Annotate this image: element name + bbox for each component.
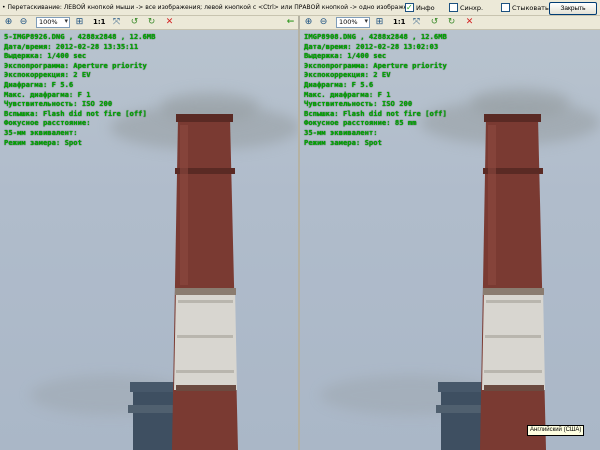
- left-date: Дата/время: 2012-02-28 13:35:11: [4, 41, 139, 51]
- rotate-left-icon[interactable]: ↺: [429, 17, 440, 28]
- right-aperture: Диафрагма: F 5.6: [304, 79, 374, 89]
- left-focal: Фокусное расстояние:: [4, 118, 91, 128]
- right-focal: Фокусное расстояние: 85 mm: [304, 118, 417, 128]
- arrow-left-icon[interactable]: ←: [285, 17, 296, 28]
- right-filename: IMGP8908.DNG , 4288x2848 , 12.6MB: [304, 32, 447, 41]
- fullscreen-icon[interactable]: ⤧: [411, 17, 422, 28]
- left-max-aperture: Макс. диафрагма: F 1: [4, 89, 91, 99]
- delete-icon[interactable]: ✕: [164, 17, 175, 28]
- rotate-right-icon[interactable]: ↻: [446, 17, 457, 28]
- sync-checkbox-label: Синхр.: [460, 4, 484, 12]
- left-shutter: Выдержка: 1/400 sec: [4, 51, 87, 61]
- zoom-select[interactable]: 100%: [36, 17, 70, 28]
- left-iso: Чувствительность: ISO 200: [4, 99, 113, 109]
- right-date: Дата/время: 2012-02-28 13:02:03: [304, 41, 439, 51]
- zoom-out-icon[interactable]: ⊖: [18, 17, 29, 28]
- right-metering: Режим замера: Spot: [304, 137, 382, 147]
- left-program: Экспопрограмма: Aperture priority: [4, 60, 147, 70]
- zoom-out-icon[interactable]: ⊖: [318, 17, 329, 28]
- actual-size-button[interactable]: 1:1: [393, 17, 406, 28]
- left-focal35: 35-мм эквивалент:: [4, 127, 78, 137]
- compare-checkbox-label: Стыковать: [512, 4, 549, 12]
- left-toolbar: ⊕ ⊖ 100% ⊞ 1:1 ⤧ ↺ ↻ ✕ ←: [0, 16, 298, 30]
- close-button[interactable]: Закрыть: [549, 2, 597, 15]
- language-tooltip: Английский (США): [527, 425, 585, 436]
- fit-icon[interactable]: ⊞: [74, 17, 85, 28]
- right-program: Экспопрограмма: Aperture priority: [304, 60, 447, 70]
- right-pane: ⊕ ⊖ 100% ⊞ 1:1 ⤧ ↺ ↻ ✕: [300, 16, 600, 450]
- left-exposure-comp: Экспокоррекция: 2 EV: [4, 70, 91, 80]
- left-aperture: Диафрагма: F 5.6: [4, 79, 74, 89]
- right-max-aperture: Макс. диафрагма: F 1: [304, 89, 391, 99]
- hint-text: • Перетаскивание: ЛЕВОЙ кнопкой мыши -> …: [2, 4, 406, 11]
- right-exposure-comp: Экспокоррекция: 2 EV: [304, 70, 391, 80]
- left-pane: ⊕ ⊖ 100% ⊞ 1:1 ⤧ ↺ ↻ ✕ ←: [0, 16, 298, 450]
- left-photo[interactable]: 5-IMGP8926.DNG , 4288x2848 , 12.6MB Дата…: [0, 30, 298, 450]
- zoom-in-icon[interactable]: ⊕: [3, 17, 14, 28]
- info-checkbox-label: Инфо: [416, 4, 435, 12]
- info-checkbox[interactable]: [405, 0, 414, 16]
- compare-viewer-window: • Перетаскивание: ЛЕВОЙ кнопкой мыши -> …: [0, 0, 600, 450]
- delete-icon[interactable]: ✕: [464, 17, 475, 28]
- zoom-in-icon[interactable]: ⊕: [303, 17, 314, 28]
- left-filename: 5-IMGP8926.DNG , 4288x2848 , 12.6MB: [4, 32, 156, 41]
- left-flash: Вспышка: Flash did not fire [off]: [4, 108, 147, 118]
- right-iso: Чувствительность: ISO 200: [304, 99, 413, 109]
- zoom-select[interactable]: 100%: [336, 17, 370, 28]
- right-photo[interactable]: IMGP8908.DNG , 4288x2848 , 12.6MB Дата/в…: [300, 30, 600, 450]
- right-flash: Вспышка: Flash did not fire [off]: [304, 108, 447, 118]
- fit-icon[interactable]: ⊞: [374, 17, 385, 28]
- rotate-left-icon[interactable]: ↺: [129, 17, 140, 28]
- right-shutter: Выдержка: 1/400 sec: [304, 51, 387, 61]
- rotate-right-icon[interactable]: ↻: [146, 17, 157, 28]
- hint-bar: • Перетаскивание: ЛЕВОЙ кнопкой мыши -> …: [0, 0, 600, 16]
- right-focal35: 35-мм эквивалент:: [304, 127, 378, 137]
- left-metering: Режим замера: Spot: [4, 137, 82, 147]
- right-exif-overlay: IMGP8908.DNG , 4288x2848 , 12.6MB Дата/в…: [304, 32, 447, 147]
- compare-checkbox[interactable]: [501, 3, 510, 12]
- left-exif-overlay: 5-IMGP8926.DNG , 4288x2848 , 12.6MB Дата…: [4, 32, 155, 147]
- fullscreen-icon[interactable]: ⤧: [111, 17, 122, 28]
- actual-size-button[interactable]: 1:1: [93, 17, 106, 28]
- right-toolbar: ⊕ ⊖ 100% ⊞ 1:1 ⤧ ↺ ↻ ✕: [300, 16, 600, 30]
- sync-checkbox[interactable]: [449, 3, 458, 12]
